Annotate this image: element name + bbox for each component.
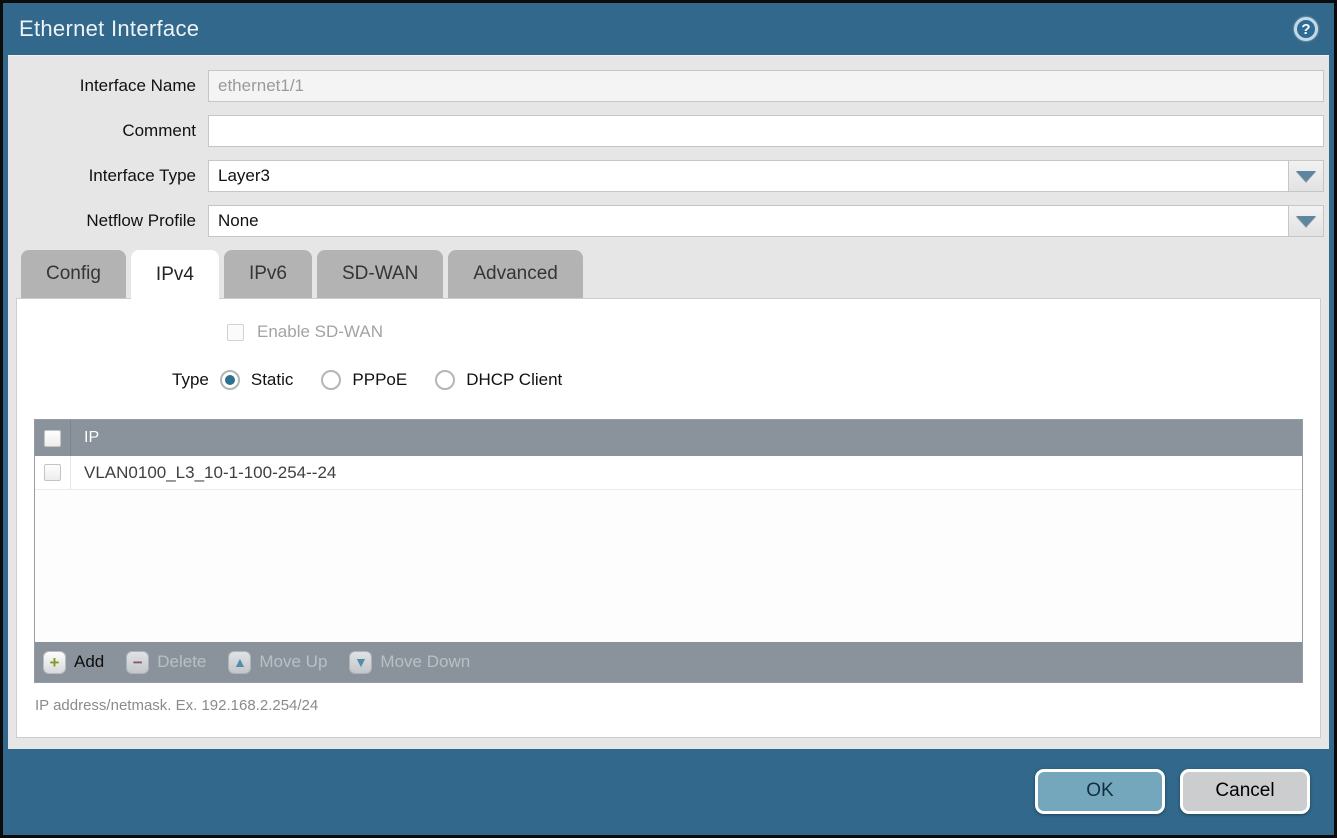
radio-option-pppoe[interactable]: PPPoE	[321, 370, 407, 390]
radio-option-dhcp-client[interactable]: DHCP Client	[435, 370, 562, 390]
enable-sdwan-label: Enable SD-WAN	[257, 322, 383, 342]
tab-ipv6[interactable]: IPv6	[224, 250, 312, 298]
move-down-icon: ▼	[349, 651, 372, 674]
radio-pppoe-label: PPPoE	[352, 370, 407, 390]
delete-button: − Delete	[126, 651, 206, 674]
ip-hint-text: IP address/netmask. Ex. 192.168.2.254/24	[17, 683, 1320, 714]
form-row-netflow-profile: Netflow Profile None	[8, 205, 1324, 237]
help-icon[interactable]: ?	[1294, 17, 1318, 41]
radio-static-label: Static	[251, 370, 294, 390]
radio-option-static[interactable]: Static	[220, 370, 294, 390]
ethernet-interface-dialog: Ethernet Interface ? Interface Name Comm…	[0, 0, 1337, 838]
ok-button[interactable]: OK	[1035, 769, 1165, 814]
type-label: Type	[172, 370, 209, 390]
move-down-button: ▼ Move Down	[349, 651, 470, 674]
radio-dhcp-client-label: DHCP Client	[466, 370, 562, 390]
chevron-down-icon	[1296, 171, 1316, 182]
help-glyph: ?	[1301, 21, 1310, 38]
interface-type-label: Interface Type	[8, 166, 208, 186]
tab-advanced[interactable]: Advanced	[448, 250, 583, 298]
radio-dhcp-client[interactable]	[435, 370, 455, 390]
form-row-interface-name: Interface Name	[8, 70, 1324, 102]
enable-sdwan-row: Enable SD-WAN	[227, 321, 1320, 343]
netflow-profile-select[interactable]: None	[208, 205, 1288, 237]
radio-pppoe[interactable]	[321, 370, 341, 390]
dialog-footer: OK Cancel	[3, 749, 1334, 833]
delete-button-label: Delete	[157, 652, 206, 672]
type-radio-group: Static PPPoE DHCP Client	[220, 370, 590, 390]
interface-name-field	[208, 70, 1324, 102]
tab-sd-wan[interactable]: SD-WAN	[317, 250, 443, 298]
interface-name-label: Interface Name	[8, 76, 208, 96]
form-row-interface-type: Interface Type Layer3	[8, 160, 1324, 192]
add-icon: +	[43, 651, 66, 674]
cancel-button[interactable]: Cancel	[1180, 769, 1310, 814]
ip-table: IP VLAN0100_L3_10-1-100-254--24 + Add	[34, 419, 1303, 683]
interface-type-select[interactable]: Layer3	[208, 160, 1288, 192]
comment-label: Comment	[8, 121, 208, 141]
move-up-button: ▲ Move Up	[228, 651, 327, 674]
table-toolbar: + Add − Delete ▲ Move Up ▼ Move Down	[35, 642, 1302, 682]
header-checkbox-cell	[35, 420, 71, 456]
form-row-comment: Comment	[8, 115, 1324, 147]
type-radio-row: Type Static PPPoE DHCP Client	[172, 367, 1320, 393]
dialog-body: Interface Name Comment Interface Type La…	[8, 55, 1329, 749]
move-up-button-label: Move Up	[259, 652, 327, 672]
add-button-label: Add	[74, 652, 104, 672]
row-checkbox-cell	[35, 456, 71, 489]
ip-table-header: IP	[35, 420, 1302, 456]
row-checkbox[interactable]	[44, 464, 61, 481]
table-row[interactable]: VLAN0100_L3_10-1-100-254--24	[35, 456, 1302, 490]
enable-sdwan-checkbox	[227, 324, 244, 341]
netflow-profile-dropdown-button[interactable]	[1288, 205, 1324, 237]
netflow-profile-label: Netflow Profile	[8, 211, 208, 231]
tab-bar: Config IPv4 IPv6 SD-WAN Advanced	[21, 250, 1329, 298]
row-ip-value: VLAN0100_L3_10-1-100-254--24	[71, 463, 336, 483]
table-empty-area	[35, 490, 1302, 642]
select-all-checkbox[interactable]	[44, 430, 61, 447]
interface-type-dropdown-button[interactable]	[1288, 160, 1324, 192]
move-down-button-label: Move Down	[380, 652, 470, 672]
ipv4-tab-panel: Enable SD-WAN Type Static PPPoE DHCP C	[16, 298, 1321, 738]
move-up-icon: ▲	[228, 651, 251, 674]
comment-field[interactable]	[208, 115, 1324, 147]
chevron-down-icon	[1296, 216, 1316, 227]
tab-config[interactable]: Config	[21, 250, 126, 298]
delete-icon: −	[126, 651, 149, 674]
tab-ipv4[interactable]: IPv4	[131, 250, 219, 299]
dialog-title: Ethernet Interface	[19, 16, 199, 42]
ip-column-header: IP	[71, 429, 99, 447]
dialog-titlebar: Ethernet Interface ?	[3, 3, 1334, 55]
add-button[interactable]: + Add	[43, 651, 104, 674]
radio-static[interactable]	[220, 370, 240, 390]
